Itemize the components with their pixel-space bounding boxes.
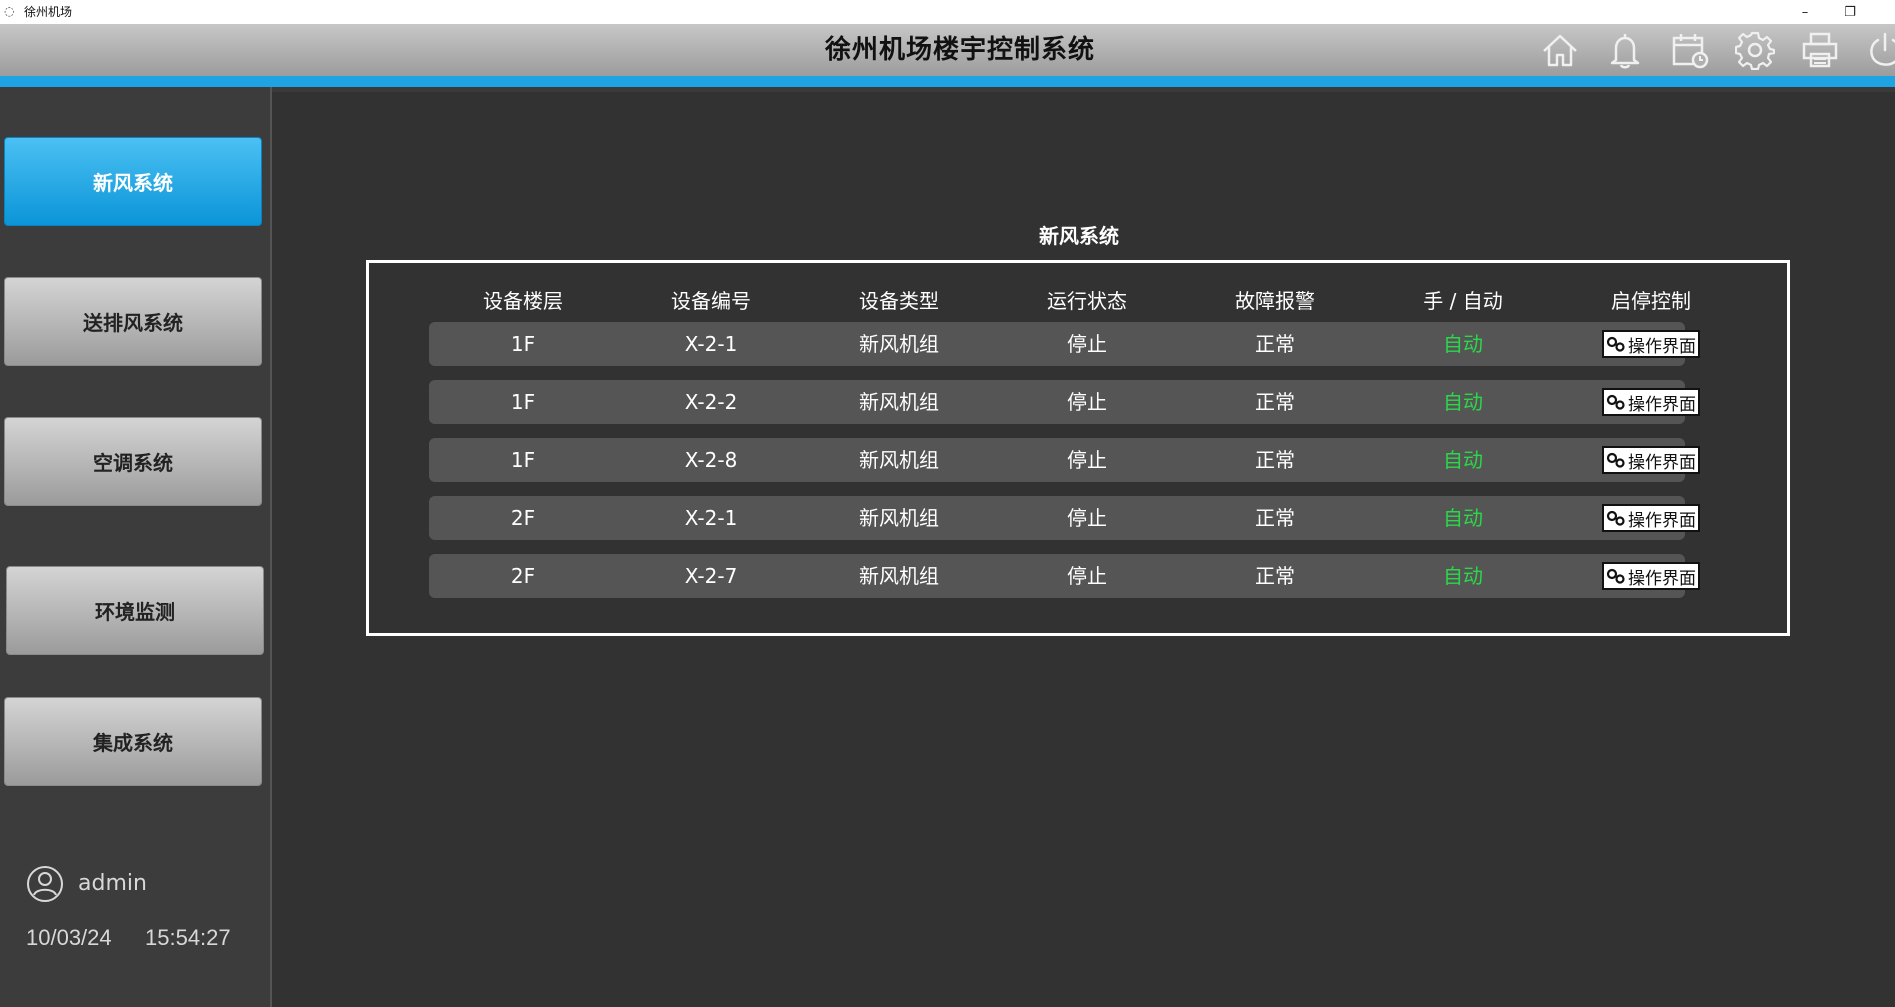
table-row: 1F X-2-8 新风机组 停止 正常 自动 操作界面 bbox=[429, 438, 1700, 482]
window-titlebar: ◌ 徐州机场 – ❐ bbox=[0, 0, 1895, 25]
header-toolbar bbox=[1540, 30, 1895, 71]
cell-floor: 1F bbox=[510, 332, 536, 356]
operation-button-label: 操作界面 bbox=[1628, 568, 1696, 589]
column-header-alarm: 故障报警 bbox=[1235, 289, 1315, 313]
cell-id: X-2-8 bbox=[684, 448, 738, 472]
column-header-id: 设备编号 bbox=[671, 289, 751, 313]
app-icon: ◌ bbox=[4, 4, 15, 18]
cell-floor: 1F bbox=[510, 390, 536, 414]
cell-floor: 2F bbox=[510, 506, 536, 530]
gears-icon bbox=[1606, 567, 1626, 585]
sidebar-item-integration[interactable]: 集成系统 bbox=[4, 697, 262, 786]
cell-type: 新风机组 bbox=[859, 564, 939, 588]
operation-button-label: 操作界面 bbox=[1628, 452, 1696, 473]
table-row: 2F X-2-1 新风机组 停止 正常 自动 操作界面 bbox=[429, 496, 1700, 540]
cell-alarm: 正常 bbox=[1255, 332, 1295, 356]
cell-type: 新风机组 bbox=[859, 332, 939, 356]
operation-button[interactable]: 操作界面 bbox=[1602, 562, 1700, 590]
column-header-floor: 设备楼层 bbox=[483, 289, 563, 313]
cell-status: 停止 bbox=[1067, 448, 1107, 472]
gear-icon[interactable] bbox=[1734, 30, 1776, 71]
table-row: 1F X-2-2 新风机组 停止 正常 自动 操作界面 bbox=[429, 380, 1700, 424]
cell-floor: 2F bbox=[510, 564, 536, 588]
section-title: 新风系统 bbox=[1039, 224, 1119, 248]
gears-icon bbox=[1606, 509, 1626, 527]
operation-button-label: 操作界面 bbox=[1628, 394, 1696, 415]
cell-status: 停止 bbox=[1067, 506, 1107, 530]
sidebar-item-air-conditioning[interactable]: 空调系统 bbox=[4, 417, 262, 506]
cell-status: 停止 bbox=[1067, 332, 1107, 356]
operation-button[interactable]: 操作界面 bbox=[1602, 330, 1700, 358]
sidebar-item-ventilation[interactable]: 送排风系统 bbox=[4, 277, 262, 366]
table-header: 设备楼层 设备编号 设备类型 运行状态 故障报警 手 / 自动 启停控制 bbox=[429, 286, 1691, 316]
operation-button-label: 操作界面 bbox=[1628, 510, 1696, 531]
current-date: 10/03/24 bbox=[26, 925, 112, 950]
cell-mode: 自动 bbox=[1443, 332, 1483, 356]
cell-mode: 自动 bbox=[1443, 390, 1483, 414]
current-time: 15:54:27 bbox=[145, 925, 231, 950]
cell-mode: 自动 bbox=[1443, 564, 1483, 588]
cell-id: X-2-1 bbox=[684, 332, 738, 356]
header-accent-bar bbox=[0, 76, 1895, 87]
power-icon[interactable] bbox=[1865, 30, 1895, 70]
sidebar-item-fresh-air[interactable]: 新风系统 bbox=[4, 137, 262, 226]
home-icon[interactable] bbox=[1540, 30, 1580, 70]
cell-type: 新风机组 bbox=[859, 390, 939, 414]
cell-alarm: 正常 bbox=[1255, 390, 1295, 414]
column-header-status: 运行状态 bbox=[1047, 289, 1127, 313]
table-row: 2F X-2-7 新风机组 停止 正常 自动 操作界面 bbox=[429, 554, 1700, 598]
minimize-button[interactable]: – bbox=[1785, 0, 1825, 24]
cell-alarm: 正常 bbox=[1255, 448, 1295, 472]
operation-button-label: 操作界面 bbox=[1628, 336, 1696, 357]
cell-id: X-2-7 bbox=[684, 564, 738, 588]
cell-type: 新风机组 bbox=[859, 448, 939, 472]
sidebar: 新风系统 送排风系统 空调系统 环境监测 集成系统 admin 10/03/24… bbox=[0, 87, 272, 1007]
cell-id: X-2-1 bbox=[684, 506, 738, 530]
user-avatar-icon bbox=[26, 865, 64, 903]
printer-icon[interactable] bbox=[1800, 30, 1840, 70]
bell-icon[interactable] bbox=[1605, 30, 1645, 70]
operation-button[interactable]: 操作界面 bbox=[1602, 446, 1700, 474]
cell-status: 停止 bbox=[1067, 564, 1107, 588]
cell-floor: 1F bbox=[510, 448, 536, 472]
window-title: 徐州机场 bbox=[24, 5, 73, 19]
operation-button[interactable]: 操作界面 bbox=[1602, 388, 1700, 416]
cell-mode: 自动 bbox=[1443, 506, 1483, 530]
cell-alarm: 正常 bbox=[1255, 506, 1295, 530]
gears-icon bbox=[1606, 451, 1626, 469]
calendar-icon[interactable] bbox=[1670, 30, 1710, 70]
gears-icon bbox=[1606, 393, 1626, 411]
cell-type: 新风机组 bbox=[859, 506, 939, 530]
column-header-type: 设备类型 bbox=[859, 289, 939, 313]
cell-mode: 自动 bbox=[1443, 448, 1483, 472]
gears-icon bbox=[1606, 335, 1626, 353]
username: admin bbox=[78, 871, 147, 896]
app-header: 徐州机场楼宇控制系统 bbox=[0, 24, 1895, 76]
column-header-control: 启停控制 bbox=[1611, 289, 1691, 313]
restore-button[interactable]: ❐ bbox=[1830, 0, 1870, 24]
main-panel: 新风系统 设备楼层 设备编号 设备类型 运行状态 故障报警 手 / 自动 启停控… bbox=[272, 92, 1895, 1007]
cell-id: X-2-2 bbox=[684, 390, 738, 414]
column-header-mode: 手 / 自动 bbox=[1423, 289, 1503, 313]
cell-status: 停止 bbox=[1067, 390, 1107, 414]
operation-button[interactable]: 操作界面 bbox=[1602, 504, 1700, 532]
cell-alarm: 正常 bbox=[1255, 564, 1295, 588]
table-row: 1F X-2-1 新风机组 停止 正常 自动 操作界面 bbox=[429, 322, 1700, 366]
sidebar-item-environment[interactable]: 环境监测 bbox=[6, 566, 264, 655]
